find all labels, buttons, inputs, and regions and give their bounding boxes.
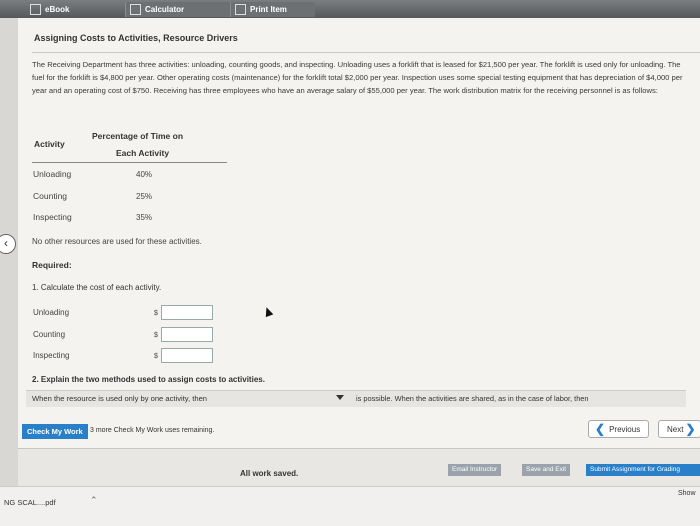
currency-symbol: $ <box>154 353 158 360</box>
chevron-up-icon[interactable]: ⌃ <box>90 495 98 506</box>
inspecting-cost-input[interactable] <box>161 348 213 363</box>
tab-print-item[interactable]: Print Item <box>230 2 315 17</box>
problem-paragraph: The Receiving Department has three activ… <box>32 60 683 95</box>
table-header-pct-1: Percentage of Time on <box>92 131 184 141</box>
print-icon <box>235 4 246 15</box>
resources-note: No other resources are used for these ac… <box>32 237 202 246</box>
tab-ebook[interactable]: eBook <box>30 2 69 17</box>
question-2-sentence-start: When the resource is used only by one ac… <box>32 394 208 403</box>
previous-label: Previous <box>609 424 641 434</box>
show-all-link[interactable]: Show <box>678 490 696 497</box>
save-and-exit-button[interactable]: Save and Exit <box>522 464 571 476</box>
book-icon <box>30 4 41 15</box>
table-header-activity: Activity <box>34 139 65 149</box>
download-bar: NG SCAL....pdf ⌃ Show <box>0 486 700 526</box>
counting-cost-input[interactable] <box>161 327 213 342</box>
answer-label: Counting <box>33 330 66 339</box>
back-arrow-icon[interactable]: ‹ <box>0 234 16 254</box>
mouse-cursor-icon <box>262 305 274 318</box>
page-title: Assigning Costs to Activities, Resource … <box>34 33 238 43</box>
answer-label: Inspecting <box>33 351 70 360</box>
question-2-sentence-end: is possible. When the activities are sha… <box>356 394 589 403</box>
table-divider <box>32 162 227 163</box>
currency-symbol: $ <box>154 332 158 339</box>
tab-ebook-label: eBook <box>45 5 70 14</box>
tab-calculator-label: Calculator <box>145 5 185 14</box>
dropdown-arrow-icon[interactable] <box>336 395 344 400</box>
calculator-icon <box>130 4 141 15</box>
previous-button[interactable]: ❮ Previous <box>588 420 650 438</box>
question-2: 2. Explain the two methods used to assig… <box>32 375 265 384</box>
table-row-pct: 40% <box>136 170 153 179</box>
check-uses-remaining: 3 more Check My Work uses remaining. <box>90 427 215 434</box>
title-divider <box>32 52 700 53</box>
save-status: All work saved. <box>240 469 299 478</box>
answer-label: Unloading <box>33 308 70 317</box>
next-label: Next <box>667 424 684 434</box>
table-row-pct: 25% <box>136 192 153 201</box>
tab-print-label: Print Item <box>250 5 287 14</box>
email-instructor-button[interactable]: Email Instructor <box>448 464 502 476</box>
chevron-right-icon: ❯ <box>685 422 696 436</box>
required-label: Required: <box>32 260 72 270</box>
next-button[interactable]: Next ❯ <box>658 420 700 438</box>
check-my-work-button[interactable]: Check My Work <box>22 424 88 439</box>
tab-calculator[interactable]: Calculator <box>125 2 230 17</box>
footer-bar: All work saved. Email Instructor Save an… <box>18 448 700 487</box>
top-tab-bar: eBook Calculator Print Item <box>0 0 700 18</box>
currency-symbol: $ <box>154 310 158 317</box>
table-row-pct: 35% <box>136 213 153 222</box>
download-file-name[interactable]: NG SCAL....pdf <box>4 498 56 507</box>
table-row-activity: Inspecting <box>33 212 72 222</box>
unloading-cost-input[interactable] <box>161 305 213 320</box>
chevron-left-icon: ❮ <box>595 422 606 436</box>
table-row-activity: Counting <box>33 191 68 201</box>
question-panel: Assigning Costs to Activities, Resource … <box>18 18 700 448</box>
question-1: 1. Calculate the cost of each activity. <box>32 283 162 292</box>
table-row-activity: Unloading <box>33 169 72 179</box>
submit-assignment-button[interactable]: Submit Assignment for Grading <box>586 464 700 476</box>
table-header-pct-2: Each Activity <box>116 148 170 158</box>
